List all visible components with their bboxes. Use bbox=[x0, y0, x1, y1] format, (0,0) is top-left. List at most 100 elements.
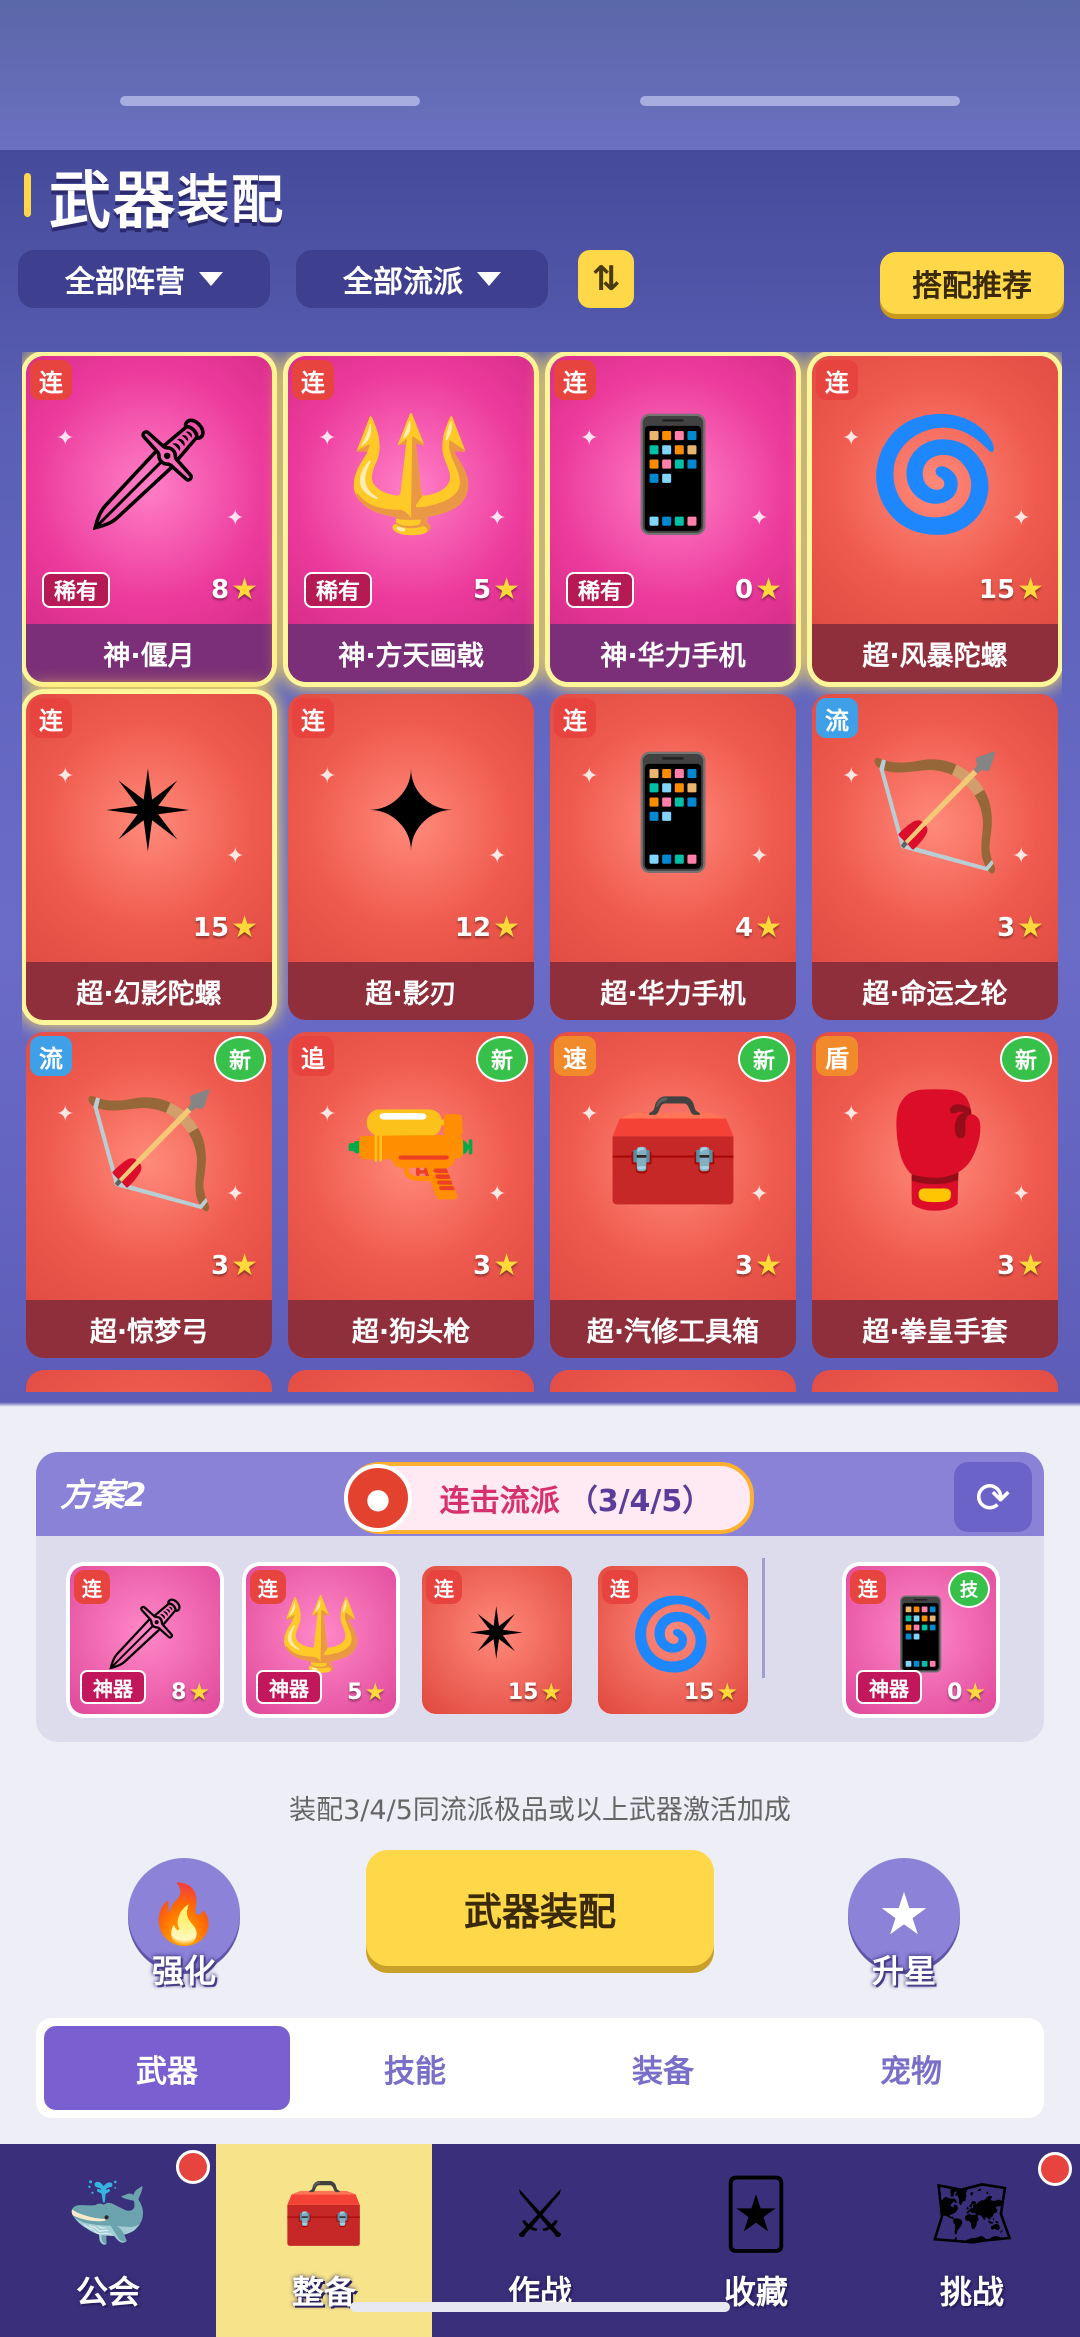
new-badge: 新 bbox=[738, 1036, 790, 1082]
star-icon: ★ bbox=[540, 1678, 562, 1706]
bow-icon: 🏹 bbox=[80, 1085, 218, 1214]
school-tag: 连 bbox=[30, 360, 72, 400]
weapon-card[interactable]: ✦ ✦ 🔫 追新 3 ★ 超·狗头枪 bbox=[288, 1032, 534, 1358]
school-tag: 流 bbox=[816, 698, 858, 738]
school-tag: 连 bbox=[292, 360, 334, 400]
swap-vertical-icon: ⇅ bbox=[591, 259, 621, 299]
star-icon: ★ bbox=[964, 1678, 986, 1706]
weapon-card[interactable]: ✦ ✦ 🔱 连稀有 5 ★ 神·方天画戟 bbox=[288, 356, 534, 682]
rarity-badge: 稀有 bbox=[304, 572, 372, 608]
toolbox-icon: 🧰 bbox=[282, 2175, 366, 2252]
artifact-badge: 神器 bbox=[80, 1670, 146, 1704]
star-count-value: 3 bbox=[997, 1250, 1016, 1281]
spinning-top-icon: 🌀 bbox=[629, 1592, 717, 1675]
school-tag: 速 bbox=[554, 1036, 596, 1076]
toolbox-icon: 🧰 bbox=[604, 1085, 742, 1214]
star-icon: ★ bbox=[231, 910, 258, 945]
school-tag: 连 bbox=[74, 1570, 110, 1604]
ceiling-light bbox=[640, 96, 960, 106]
new-badge: 新 bbox=[1000, 1036, 1052, 1082]
star-count: 4 ★ bbox=[735, 910, 782, 945]
combo-count: （3/4/5） bbox=[567, 1484, 713, 1519]
tab-weapons[interactable]: 武器 bbox=[44, 2026, 290, 2110]
weapon-card[interactable]: ✦ ✦ 📱 连 4 ★ 超·华力手机 bbox=[550, 694, 796, 1020]
weapon-card-partial[interactable] bbox=[288, 1370, 534, 1392]
notification-dot bbox=[1038, 2152, 1072, 2186]
weapon-name: 超·风暴陀螺 bbox=[812, 624, 1058, 682]
weapon-name: 超·拳皇手套 bbox=[812, 1300, 1058, 1358]
weapon-name: 超·华力手机 bbox=[550, 962, 796, 1020]
weapon-card[interactable]: ✦ ✦ 🌀 连 15 ★ 超·风暴陀螺 bbox=[812, 356, 1058, 682]
halberd-icon: 🔱 bbox=[277, 1592, 365, 1675]
weapon-card[interactable]: ✦ ✦ 🗡 连稀有 8 ★ 神·偃月 bbox=[26, 356, 272, 682]
school-tag: 追 bbox=[292, 1036, 334, 1076]
bottom-nav: 🐳 公会 🧰 整备 ⚔ 作战 🃏 收藏 🗺 挑战 bbox=[0, 2144, 1080, 2337]
tab-equipment[interactable]: 装备 bbox=[540, 2026, 786, 2110]
loadout-slot[interactable]: 🌀 连 15 ★ bbox=[598, 1566, 748, 1714]
school-tag: 连 bbox=[426, 1570, 462, 1604]
star-count: 3 ★ bbox=[997, 1248, 1044, 1283]
glove-icon: 🥊 bbox=[866, 1085, 1004, 1214]
phone-icon: 📱 bbox=[604, 747, 742, 876]
weapon-card-partial[interactable] bbox=[26, 1370, 272, 1392]
phone-icon: 📱 bbox=[604, 409, 742, 538]
star-count: 3 ★ bbox=[211, 1248, 258, 1283]
crossed-swords-icon: ⚔ bbox=[510, 2175, 570, 2253]
page-title-part-b: 装配 bbox=[177, 170, 286, 231]
school-tag: 连 bbox=[816, 360, 858, 400]
star-count: 8 ★ bbox=[211, 572, 258, 607]
star-count-value: 15 bbox=[978, 574, 1016, 605]
weapon-card[interactable]: ✦ ✦ ✦ 连 12 ★ 超·影刃 bbox=[288, 694, 534, 1020]
weapon-card[interactable]: ✦ ✦ 🥊 盾新 3 ★ 超·拳皇手套 bbox=[812, 1032, 1058, 1358]
weapon-card[interactable]: ✦ ✦ 📱 连稀有 0 ★ 神·华力手机 bbox=[550, 356, 796, 682]
loadout-slot[interactable]: ✴ 连 15 ★ bbox=[422, 1566, 572, 1714]
weapon-grid[interactable]: ✦ ✦ 🗡 连稀有 8 ★ 神·偃月 ✦ ✦ 🔱 连稀有 5 ★ 神·方天画戟 ✦ ✦ 📱 连稀有 0 ★ 神·华力手机… bbox=[22, 352, 1062, 1392]
refresh-icon: ⟳ bbox=[975, 1472, 1011, 1522]
star-count: 15 ★ bbox=[508, 1678, 562, 1706]
refresh-button[interactable]: ⟳ bbox=[954, 1462, 1032, 1532]
new-badge: 新 bbox=[476, 1036, 528, 1082]
sort-button[interactable]: ⇅ bbox=[578, 250, 634, 308]
faction-filter-dropdown[interactable]: 全部阵营 bbox=[18, 250, 270, 308]
tab-skills[interactable]: 技能 bbox=[292, 2026, 538, 2110]
weapon-card[interactable]: ✦ ✦ 🧰 速新 3 ★ 超·汽修工具箱 bbox=[550, 1032, 796, 1358]
chevron-down-icon bbox=[199, 272, 223, 286]
star-count-value: 4 bbox=[735, 912, 754, 943]
halberd-icon: 🔱 bbox=[342, 409, 480, 538]
school-filter-dropdown[interactable]: 全部流派 bbox=[296, 250, 548, 308]
star-count-value: 8 bbox=[171, 1679, 187, 1705]
ceiling-light bbox=[120, 96, 420, 106]
loadout-extra-slot[interactable]: 📱 连技神器 0 ★ bbox=[846, 1566, 996, 1714]
star-icon: ★ bbox=[1017, 572, 1044, 607]
weapon-card-partial[interactable] bbox=[550, 1370, 796, 1392]
rarity-badge: 稀有 bbox=[42, 572, 110, 608]
header-background bbox=[0, 0, 1080, 150]
new-badge: 新 bbox=[214, 1036, 266, 1082]
weapon-card[interactable]: ✦ ✦ ✴ 连 15 ★ 超·幻影陀螺 bbox=[26, 694, 272, 1020]
star-count: 15 ★ bbox=[193, 910, 258, 945]
weapon-card[interactable]: ✦ ✦ 🏹 流新 3 ★ 超·惊梦弓 bbox=[26, 1032, 272, 1358]
star-icon: ★ bbox=[493, 910, 520, 945]
star-count-value: 3 bbox=[735, 1250, 754, 1281]
weapon-name: 神·偃月 bbox=[26, 624, 272, 682]
school-tag: 连 bbox=[554, 698, 596, 738]
rarity-badge: 稀有 bbox=[566, 572, 634, 608]
equip-weapon-button[interactable]: 武器装配 bbox=[366, 1850, 714, 1966]
plan-name[interactable]: 方案2 bbox=[60, 1470, 146, 1516]
combo-status[interactable]: ● 连击流派 （3/4/5） bbox=[344, 1462, 754, 1534]
loadout-slot[interactable]: 🗡 连神器 8 ★ bbox=[70, 1566, 220, 1714]
artifact-badge: 神器 bbox=[856, 1670, 922, 1704]
tab-pets[interactable]: 宠物 bbox=[788, 2026, 1034, 2110]
star-icon: ★ bbox=[231, 572, 258, 607]
loadout-slot[interactable]: 🔱 连神器 5 ★ bbox=[246, 1566, 396, 1714]
page-title: 武器 装配 bbox=[24, 150, 285, 240]
star-count-value: 15 bbox=[683, 1679, 715, 1705]
shuriken-icon: ✴ bbox=[102, 748, 196, 876]
recommend-button[interactable]: 搭配推荐 bbox=[880, 252, 1064, 314]
weapon-name: 超·命运之轮 bbox=[812, 962, 1058, 1020]
star-icon: ★ bbox=[188, 1678, 210, 1706]
school-tag: 连 bbox=[30, 698, 72, 738]
weapon-card[interactable]: ✦ ✦ 🏹 流 3 ★ 超·命运之轮 bbox=[812, 694, 1058, 1020]
weapon-card-partial[interactable] bbox=[812, 1370, 1058, 1392]
star-count-value: 3 bbox=[997, 912, 1016, 943]
